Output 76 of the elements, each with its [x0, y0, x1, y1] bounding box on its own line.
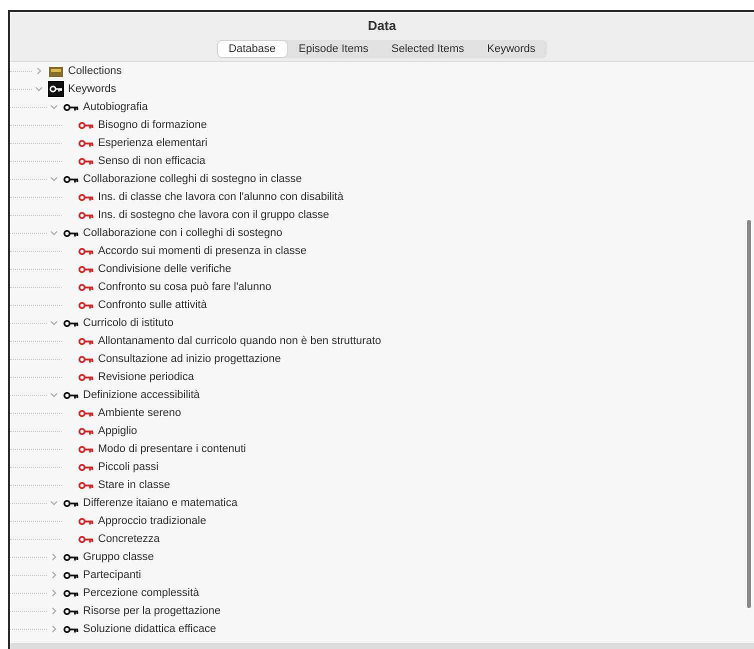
key-icon — [78, 300, 94, 310]
key-icon — [78, 210, 94, 220]
window-title: Data — [368, 18, 396, 32]
key-icon — [78, 282, 94, 292]
box-icon — [48, 64, 64, 78]
key-icon — [78, 336, 94, 346]
key-icon — [78, 192, 94, 202]
key-icon — [78, 138, 94, 148]
key-icon — [63, 606, 79, 616]
tab[interactable]: Database — [218, 41, 287, 57]
key-icon — [63, 102, 79, 112]
tree-item[interactable]: Percezione complessità — [82, 587, 200, 599]
key-icon — [63, 390, 79, 400]
key-icon — [78, 156, 94, 166]
tree-item[interactable]: Soluzione didattica efficace — [82, 623, 216, 635]
tree-item[interactable]: Collections — [67, 65, 122, 77]
tree-item[interactable]: Piccoli passi — [97, 461, 159, 473]
tree-item[interactable]: Confronto sulle attività — [97, 299, 207, 311]
tree-item[interactable]: Ins. di sostegno che lavora con il gruppo classe — [97, 209, 330, 221]
tree-item[interactable]: Senso di non efficacia — [97, 155, 206, 167]
chevron-down-icon[interactable] — [49, 390, 59, 400]
tree-item[interactable]: Gruppo classe — [82, 551, 154, 563]
key-icon — [78, 354, 94, 364]
scrollbar[interactable] — [747, 220, 751, 608]
tree-item[interactable]: Allontanamento dal curricolo quando non è ben strutturato — [97, 335, 382, 347]
key-icon — [78, 426, 94, 436]
key-icon — [63, 318, 79, 328]
tree-item[interactable]: Bisogno di formazione — [97, 119, 207, 131]
tree-item[interactable]: Risorse per la progettazione — [82, 605, 221, 617]
key-icon — [63, 588, 79, 598]
tree-item[interactable]: Definizione accessibilità — [82, 389, 200, 401]
tree-item[interactable]: Esperienza elementari — [97, 137, 208, 149]
chevron-right-icon[interactable] — [34, 66, 44, 76]
tree-item[interactable]: Keywords — [67, 83, 116, 95]
tree-item[interactable]: Differenze itaiano e matematica — [82, 497, 238, 509]
tree-item[interactable]: Ins. di classe che lavora con l'alunno con disabilità — [97, 191, 344, 203]
tree-item[interactable]: Autobiografia — [82, 101, 148, 113]
tree-item[interactable]: Ambiente sereno — [97, 407, 182, 419]
tree-item[interactable]: Appiglio — [97, 425, 138, 437]
key-icon — [78, 462, 94, 472]
tree-item[interactable]: Consultazione ad inizio progettazione — [97, 353, 281, 365]
key-icon — [63, 570, 79, 580]
tree-item[interactable]: Partecipanti — [82, 569, 142, 581]
key-icon — [78, 246, 94, 256]
key-icon — [63, 174, 79, 184]
tree-item[interactable]: Concretezza — [97, 533, 160, 545]
tab[interactable]: Episode Items — [288, 41, 380, 57]
tree-item[interactable]: Revisione periodica — [97, 371, 194, 383]
tree-item[interactable]: Curricolo di istituto — [82, 317, 174, 329]
key-icon — [78, 120, 94, 130]
tree-item[interactable]: Confronto su cosa può fare l'alunno — [97, 281, 272, 293]
tab[interactable]: Keywords — [476, 41, 546, 57]
tree-item[interactable]: Stare in classe — [97, 479, 170, 491]
tree-item[interactable]: Accordo sui momenti di presenza in classe — [97, 245, 306, 257]
key-icon — [63, 498, 79, 508]
key-icon — [78, 372, 94, 382]
tree-item[interactable]: Collaborazione con i colleghi di sostegno — [82, 227, 282, 239]
tree-item[interactable]: Approccio tradizionale — [97, 515, 206, 527]
key-icon — [63, 552, 79, 562]
key-icon — [78, 444, 94, 454]
tree-item[interactable]: Condivisione delle verifiche — [97, 263, 232, 275]
key-icon — [78, 534, 94, 544]
tree-item[interactable]: Collaborazione colleghi di sostegno in classe — [82, 173, 302, 185]
key-icon — [63, 624, 79, 634]
key-icon — [63, 228, 79, 238]
key-icon — [78, 408, 94, 418]
tab[interactable]: Selected Items — [380, 41, 476, 57]
chevron-down-icon[interactable] — [49, 174, 59, 184]
key-icon — [48, 81, 64, 97]
chevron-down-icon[interactable] — [49, 318, 59, 328]
key-icon — [78, 516, 94, 526]
tree-item[interactable]: Modo di presentare i contenuti — [97, 443, 246, 455]
chevron-down-icon[interactable] — [49, 228, 59, 238]
chevron-down-icon[interactable] — [49, 498, 59, 508]
key-icon — [78, 264, 94, 274]
key-icon — [78, 480, 94, 490]
